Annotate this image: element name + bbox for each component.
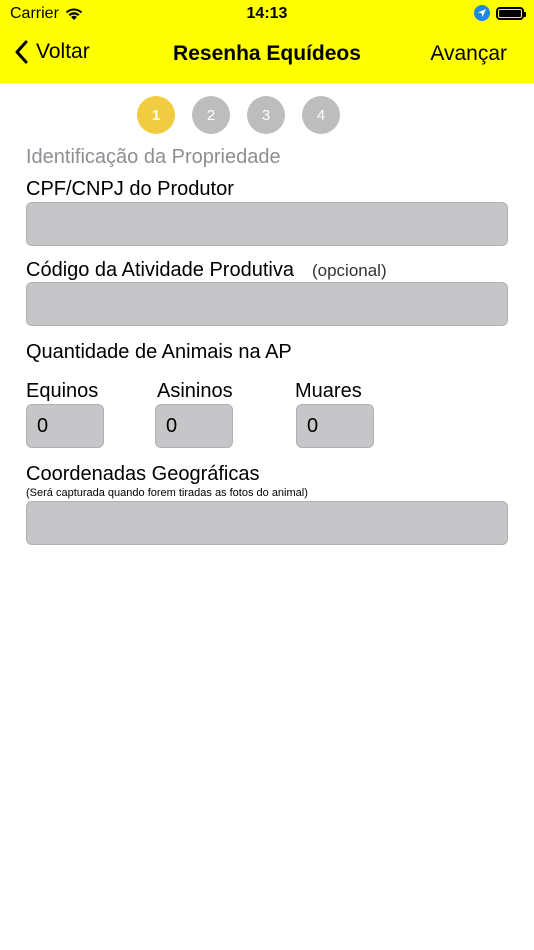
activity-label-row: Código da Atividade Produtiva (opcional) [26, 259, 387, 282]
asininos-label: Asininos [157, 380, 233, 402]
clock: 14:13 [246, 5, 288, 22]
status-bar: Carrier 14:13 [0, 0, 534, 28]
muares-label: Muares [295, 380, 362, 402]
status-icons [474, 5, 526, 21]
step-2[interactable]: 2 [192, 96, 230, 134]
navigation-header: Carrier 14:13 Voltar Resenha Equídeos Av… [0, 0, 534, 83]
coords-note: (Será capturada quando forem tiradas as … [26, 487, 308, 499]
battery-icon [496, 6, 526, 20]
step-indicator: 1 2 3 4 [137, 96, 340, 134]
section-title: Identificação da Propriedade [26, 146, 281, 168]
activity-code-input[interactable] [26, 282, 508, 326]
cpf-label: CPF/CNPJ do Produtor [26, 178, 234, 200]
activity-label: Código da Atividade Produtiva [26, 259, 294, 281]
coords-label: Coordenadas Geográficas [26, 463, 260, 485]
forward-button[interactable]: Avançar [430, 42, 507, 66]
optional-hint: (opcional) [311, 261, 387, 280]
muares-input[interactable]: 0 [296, 404, 374, 448]
coords-input[interactable] [26, 501, 508, 545]
navbar: Voltar Resenha Equídeos Avançar [0, 30, 534, 80]
step-1[interactable]: 1 [137, 96, 175, 134]
location-arrow-icon [474, 5, 490, 21]
step-3[interactable]: 3 [247, 96, 285, 134]
cpf-input[interactable] [26, 202, 508, 246]
quantity-label: Quantidade de Animais na AP [26, 341, 292, 363]
asininos-input[interactable]: 0 [155, 404, 233, 448]
equinos-input[interactable]: 0 [26, 404, 104, 448]
step-4[interactable]: 4 [302, 96, 340, 134]
equinos-label: Equinos [26, 380, 99, 402]
